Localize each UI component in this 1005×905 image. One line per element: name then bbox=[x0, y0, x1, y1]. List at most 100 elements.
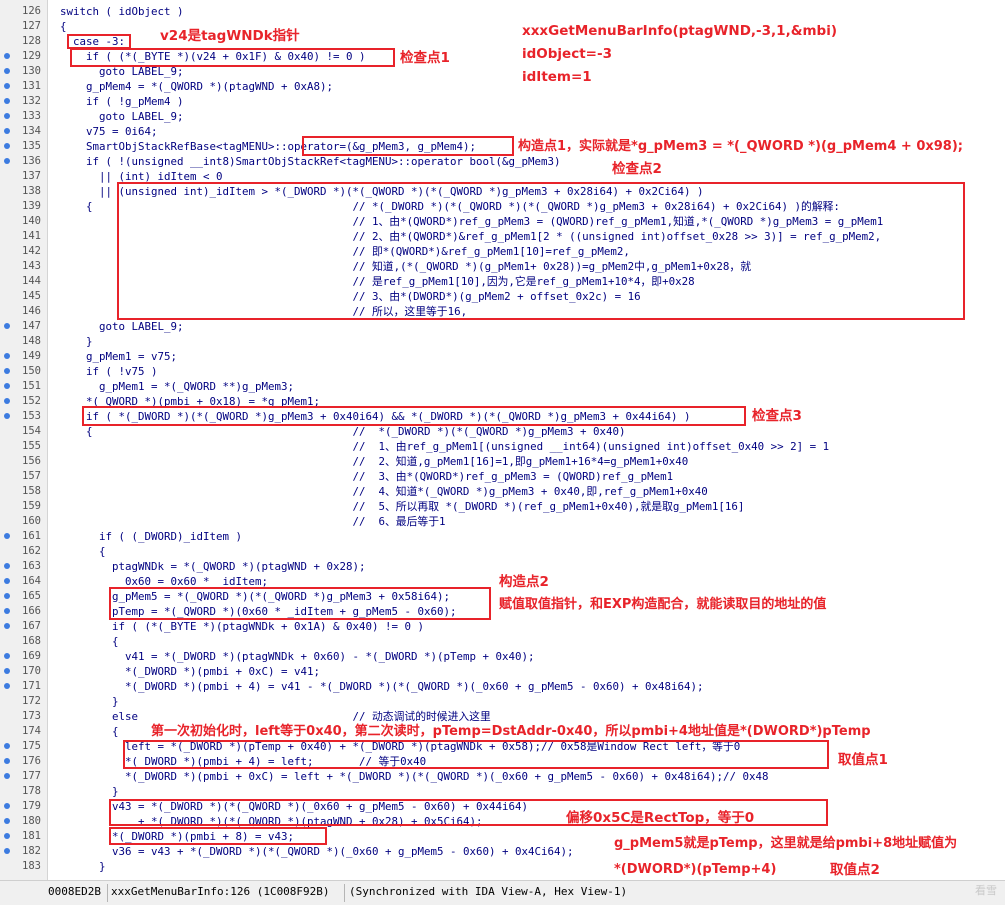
line-number-label: 177 bbox=[22, 770, 41, 782]
highlight-construct1 bbox=[302, 136, 514, 156]
breakpoint-dot-icon[interactable] bbox=[4, 578, 10, 584]
status-address: 0008ED2B bbox=[48, 885, 101, 898]
line-number: 149 bbox=[0, 349, 46, 364]
breakpoint-dot-icon[interactable] bbox=[4, 758, 10, 764]
line-number: 172 bbox=[0, 694, 46, 709]
code-line[interactable]: ptagWNDk = *(_QWORD *)(ptagWND + 0x28); bbox=[60, 559, 366, 574]
code-line[interactable]: if ( !(unsigned __int8)SmartObjStackRef<… bbox=[60, 154, 561, 169]
breakpoint-dot-icon[interactable] bbox=[4, 683, 10, 689]
breakpoint-dot-icon[interactable] bbox=[4, 353, 10, 359]
code-line[interactable]: // 5、所以再取 *(_DWORD *)(ref_g_pMem1+0x40),… bbox=[60, 499, 745, 514]
breakpoint-dot-icon[interactable] bbox=[4, 833, 10, 839]
line-number-label: 156 bbox=[22, 455, 41, 467]
breakpoint-dot-icon[interactable] bbox=[4, 743, 10, 749]
annotation-take2: 取值点2 bbox=[830, 862, 880, 878]
code-line[interactable]: g_pMem4 = *(_QWORD *)(ptagWND + 0xA8); bbox=[60, 79, 333, 94]
breakpoint-dot-icon[interactable] bbox=[4, 563, 10, 569]
code-line[interactable]: g_pMem1 = *(_QWORD **)g_pMem3; bbox=[60, 379, 294, 394]
line-number: 178 bbox=[0, 784, 46, 799]
breakpoint-dot-icon[interactable] bbox=[4, 128, 10, 134]
code-line[interactable]: goto LABEL_9; bbox=[60, 319, 184, 334]
line-number: 155 bbox=[0, 439, 46, 454]
line-number-label: 160 bbox=[22, 515, 41, 527]
code-line[interactable]: *(_DWORD *)(pmbi + 0xC) = left + *(_DWOR… bbox=[60, 769, 769, 784]
code-line[interactable]: if ( !v75 ) bbox=[60, 364, 158, 379]
code-line[interactable]: *(_DWORD *)(pmbi + 0xC) = v41; bbox=[60, 664, 320, 679]
line-number: 131 bbox=[0, 79, 46, 94]
breakpoint-dot-icon[interactable] bbox=[4, 53, 10, 59]
line-number-label: 164 bbox=[22, 575, 41, 587]
line-number: 146 bbox=[0, 304, 46, 319]
breakpoint-dot-icon[interactable] bbox=[4, 68, 10, 74]
breakpoint-dot-icon[interactable] bbox=[4, 653, 10, 659]
line-number: 153 bbox=[0, 409, 46, 424]
breakpoint-dot-icon[interactable] bbox=[4, 608, 10, 614]
line-number-label: 149 bbox=[22, 350, 41, 362]
line-number: 165 bbox=[0, 589, 46, 604]
code-line[interactable]: g_pMem1 = v75; bbox=[60, 349, 177, 364]
breakpoint-dot-icon[interactable] bbox=[4, 773, 10, 779]
line-number: 148 bbox=[0, 334, 46, 349]
line-number: 127 bbox=[0, 19, 46, 34]
code-line[interactable]: if ( !g_pMem4 ) bbox=[60, 94, 184, 109]
code-line[interactable]: // 3、由*(QWORD*)ref_g_pMem3 = (QWORD)ref_… bbox=[60, 469, 674, 484]
breakpoint-dot-icon[interactable] bbox=[4, 818, 10, 824]
code-line[interactable]: // 2、知道,g_pMem1[16]=1,即g_pMem1+16*4=g_pM… bbox=[60, 454, 689, 469]
line-number: 150 bbox=[0, 364, 46, 379]
annotation-iditem: idItem=1 bbox=[522, 69, 592, 85]
breakpoint-dot-icon[interactable] bbox=[4, 143, 10, 149]
breakpoint-dot-icon[interactable] bbox=[4, 398, 10, 404]
breakpoint-dot-icon[interactable] bbox=[4, 368, 10, 374]
code-line[interactable]: v41 = *(_DWORD *)(ptagWNDk + 0x60) - *(_… bbox=[60, 649, 535, 664]
breakpoint-dot-icon[interactable] bbox=[4, 98, 10, 104]
code-line[interactable]: v36 = v43 + *(_DWORD *)(*(_QWORD *)(_0x6… bbox=[60, 844, 574, 859]
line-number-label: 176 bbox=[22, 755, 41, 767]
annotation-pmem5: g_pMem5就是pTemp，这里就是给pmbi+8地址赋值为 bbox=[614, 836, 958, 851]
line-number: 162 bbox=[0, 544, 46, 559]
code-line[interactable]: // 4、知道*(_QWORD *)g_pMem3 + 0x40,即,ref_g… bbox=[60, 484, 708, 499]
code-line[interactable]: { // *(_DWORD *)(*(_QWORD *)g_pMem3 + 0x… bbox=[60, 424, 626, 439]
annotation-first-init: 第一次初始化时，left等于0x40，第二次读时，pTemp=DstAddr-0… bbox=[151, 724, 871, 739]
highlight-check3 bbox=[82, 406, 746, 426]
line-number-gutter: 126 127 128 129 130 131 132 133 134 135 136 137 138 1… bbox=[0, 0, 48, 880]
breakpoint-dot-icon[interactable] bbox=[4, 593, 10, 599]
code-line[interactable]: } bbox=[60, 694, 119, 709]
breakpoint-dot-icon[interactable] bbox=[4, 83, 10, 89]
highlight-take2 bbox=[109, 827, 327, 845]
breakpoint-dot-icon[interactable] bbox=[4, 383, 10, 389]
code-line[interactable]: { bbox=[60, 19, 67, 34]
line-number: 181 bbox=[0, 829, 46, 844]
code-line[interactable]: v75 = 0i64; bbox=[60, 124, 158, 139]
line-number-label: 146 bbox=[22, 305, 41, 317]
code-line[interactable]: } bbox=[60, 784, 119, 799]
code-line[interactable]: goto LABEL_9; bbox=[60, 109, 184, 124]
code-line[interactable]: else // 动态调试的时候进入这里 bbox=[60, 709, 491, 724]
line-number: 171 bbox=[0, 679, 46, 694]
code-line[interactable]: { bbox=[60, 634, 119, 649]
line-number-label: 158 bbox=[22, 485, 41, 497]
breakpoint-dot-icon[interactable] bbox=[4, 113, 10, 119]
breakpoint-dot-icon[interactable] bbox=[4, 413, 10, 419]
breakpoint-dot-icon[interactable] bbox=[4, 533, 10, 539]
line-number-label: 151 bbox=[22, 380, 41, 392]
status-separator bbox=[107, 884, 108, 902]
code-line[interactable]: { bbox=[60, 544, 106, 559]
code-line[interactable]: *(_DWORD *)(pmbi + 4) = v41 - *(_DWORD *… bbox=[60, 679, 704, 694]
line-number-label: 138 bbox=[22, 185, 41, 197]
code-line[interactable]: } bbox=[60, 334, 93, 349]
breakpoint-dot-icon[interactable] bbox=[4, 158, 10, 164]
code-line[interactable]: } bbox=[60, 859, 106, 874]
breakpoint-dot-icon[interactable] bbox=[4, 623, 10, 629]
code-line[interactable]: // 1、由ref_g_pMem1[(unsigned __int64)(uns… bbox=[60, 439, 830, 454]
breakpoint-dot-icon[interactable] bbox=[4, 848, 10, 854]
code-line[interactable]: { bbox=[60, 724, 119, 739]
code-line[interactable]: switch ( idObject ) bbox=[60, 4, 184, 19]
code-line[interactable]: if ( (*(_BYTE *)(ptagWNDk + 0x1A) & 0x40… bbox=[60, 619, 424, 634]
code-line[interactable]: // 6、最后等于1 bbox=[60, 514, 446, 529]
breakpoint-dot-icon[interactable] bbox=[4, 668, 10, 674]
code-line[interactable]: if ( (_DWORD)_idItem ) bbox=[60, 529, 242, 544]
breakpoint-dot-icon[interactable] bbox=[4, 803, 10, 809]
line-number-label: 128 bbox=[22, 35, 41, 47]
line-number: 175 bbox=[0, 739, 46, 754]
breakpoint-dot-icon[interactable] bbox=[4, 323, 10, 329]
